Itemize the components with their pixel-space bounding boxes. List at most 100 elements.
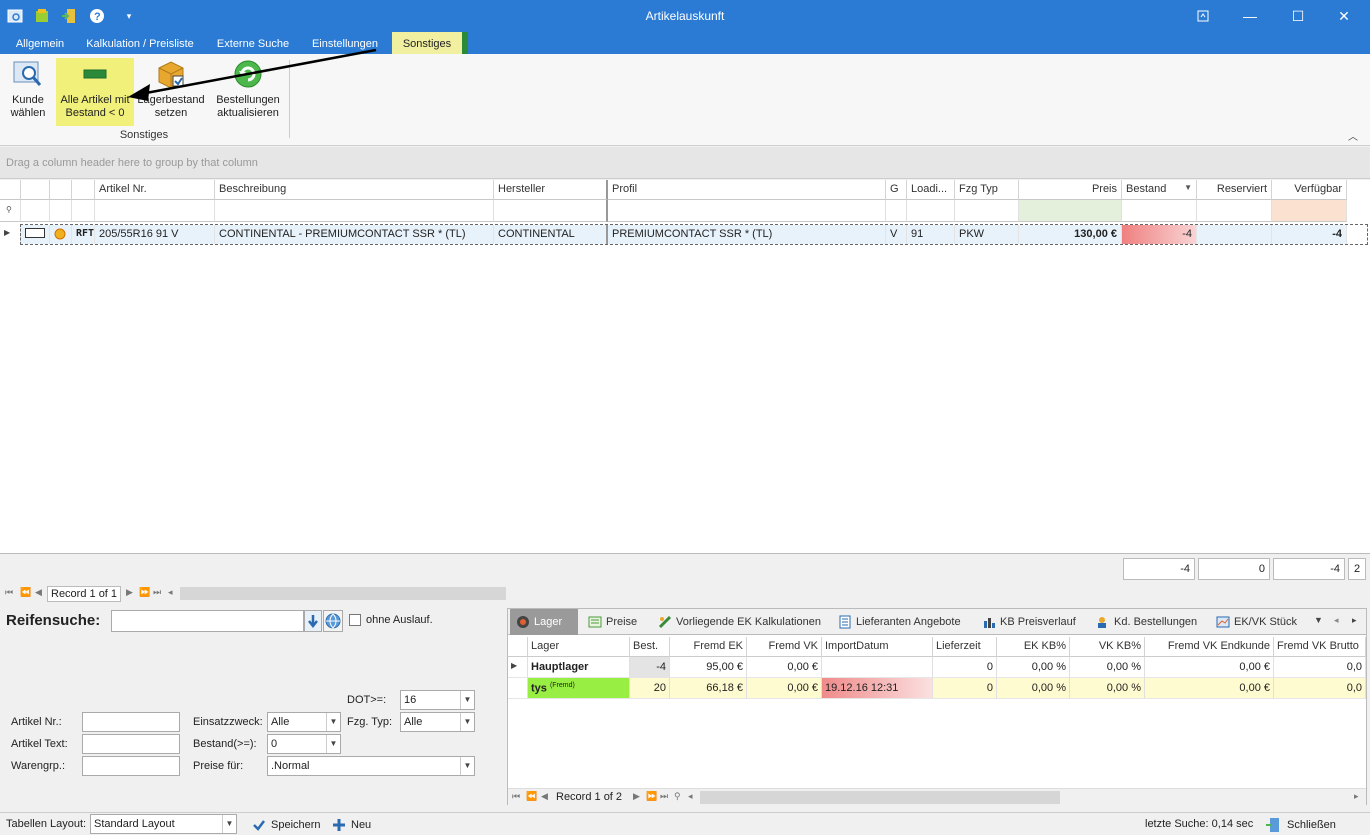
detail-header-import[interactable]: ImportDatum [822, 637, 933, 657]
bestand-select[interactable]: 0 ▼ [267, 734, 341, 754]
cell-load[interactable]: 91 [907, 225, 955, 244]
lagerbestand-setzen-button[interactable]: Lagerbestand setzen [136, 58, 206, 120]
grid-header-profil[interactable]: Profil [608, 180, 886, 200]
tab-sonstiges[interactable]: Sonstiges [392, 32, 468, 56]
grid-header-fzg-typ[interactable]: Fzg Typ [955, 180, 1019, 200]
cell-reserviert[interactable] [1197, 225, 1272, 244]
grid-header-g[interactable]: G [886, 180, 907, 200]
detail-row2-vk-brutto[interactable]: 0,0 [1274, 678, 1366, 699]
group-by-panel[interactable]: Drag a column header here to group by th… [0, 147, 1370, 179]
tab-allgemein[interactable]: Allgemein [10, 35, 70, 54]
detail-tab-ek-kalkulationen[interactable]: Vorliegende EK Kalkulationen [652, 609, 826, 635]
close-button[interactable]: Schließen [1265, 816, 1336, 834]
web-search-button[interactable] [323, 610, 343, 632]
grid-header-preis[interactable]: Preis [1019, 180, 1122, 200]
new-button[interactable]: Neu [332, 816, 371, 834]
detail-scroll-right-icon[interactable]: ▸ [1354, 791, 1359, 802]
preise-select[interactable]: .Normal ▼ [267, 756, 475, 776]
grid-header-reserviert[interactable]: Reserviert [1197, 180, 1272, 200]
tabs-prev-icon[interactable]: ◂ [1334, 615, 1339, 626]
detail-row1-vk-brutto[interactable]: 0,0 [1274, 657, 1366, 678]
nav-next-page-icon[interactable]: ⏩ [139, 587, 150, 598]
cell-preis[interactable]: 130,00 € [1019, 225, 1122, 244]
detail-header-lager[interactable]: Lager [528, 637, 630, 657]
detail-row2-ek-kb[interactable]: 0,00 % [997, 678, 1070, 699]
detail-header-lieferzeit[interactable]: Lieferzeit [933, 637, 997, 657]
filter-blank3[interactable] [72, 200, 95, 222]
cell-artikel-nr[interactable]: 205/55R16 91 V [95, 225, 215, 244]
detail-row1-fremd-vk[interactable]: 0,00 € [747, 657, 822, 678]
einsatz-select[interactable]: Alle ▼ [267, 712, 341, 732]
close-icon[interactable]: ✕ [1330, 6, 1358, 26]
cell-hersteller[interactable]: CONTINENTAL [494, 225, 608, 244]
detail-row2-vk-kb[interactable]: 0,00 % [1070, 678, 1145, 699]
detail-tab-lieferanten[interactable]: Lieferanten Angebote [832, 609, 968, 635]
restore-ribbon-icon[interactable] [1189, 6, 1217, 26]
filter-preis[interactable] [1019, 200, 1122, 222]
filter-artikel-nr[interactable] [95, 200, 215, 222]
warengrp-input[interactable] [82, 756, 180, 776]
detail-nav-next-icon[interactable]: ▶ [633, 791, 640, 802]
detail-header-vk-kb[interactable]: VK KB% [1070, 637, 1145, 657]
tabs-dropdown-icon[interactable]: ▼ [1314, 615, 1323, 625]
artikel-nr-input[interactable] [82, 712, 180, 732]
filter-blank1[interactable] [21, 200, 50, 222]
row-indicator-icon[interactable]: ▶ [0, 225, 21, 244]
tab-einstellungen[interactable]: Einstellungen [306, 35, 384, 54]
nav-prev-page-icon[interactable]: ⏪ [20, 587, 31, 598]
detail-row1-lager[interactable]: Hauptlager [528, 657, 630, 678]
detail-header-fremd-vk[interactable]: Fremd VK [747, 637, 822, 657]
grid-header-artikel-nr[interactable]: Artikel Nr. [95, 180, 215, 200]
ohne-auslauf-checkbox[interactable] [349, 614, 361, 626]
detail-row2-fremd-vk[interactable]: 0,00 € [747, 678, 822, 699]
grid-header-bestand[interactable]: Bestand ▼ [1122, 180, 1197, 200]
detail-header-best[interactable]: Best. [630, 637, 670, 657]
maximize-icon[interactable]: ☐ [1284, 6, 1312, 26]
detail-row1-lieferzeit[interactable]: 0 [933, 657, 997, 678]
detail-nav-prev-icon[interactable]: ◀ [541, 791, 548, 802]
scroll-left-icon[interactable]: ◂ [168, 587, 173, 598]
cell-verfuegbar[interactable]: -4 [1272, 225, 1347, 244]
grid-header-hersteller[interactable]: Hersteller [494, 180, 608, 200]
detail-nav-first-icon[interactable]: ⏮ [512, 791, 520, 802]
detail-header-vk-brutto[interactable]: Fremd VK Brutto [1274, 637, 1366, 657]
detail-tab-preise[interactable]: Preise [582, 609, 650, 635]
cell-bestand[interactable]: -4 [1122, 225, 1197, 244]
layout-select[interactable]: Standard Layout ▼ [90, 814, 237, 834]
detail-tab-kb-preisverlauf[interactable]: KB Preisverlauf [976, 609, 1084, 635]
main-hscroll-thumb[interactable] [180, 587, 506, 600]
nav-first-icon[interactable]: ⏮ [5, 587, 13, 598]
filter-beschreibung[interactable] [215, 200, 494, 222]
detail-nav-next-page-icon[interactable]: ⏩ [646, 791, 657, 802]
detail-hscroll-thumb[interactable] [700, 791, 1060, 804]
tab-kalkulation[interactable]: Kalkulation / Preisliste [82, 35, 198, 54]
dot-select[interactable]: 16 ▼ [400, 690, 475, 710]
nav-next-icon[interactable]: ▶ [126, 587, 133, 598]
filter-profil[interactable] [608, 200, 886, 222]
detail-row1-fremd-ek[interactable]: 95,00 € [670, 657, 747, 678]
filter-hersteller[interactable] [494, 200, 608, 222]
detail-row2-lager[interactable]: tys (Fremd) [528, 678, 630, 699]
detail-header-fremd-ek[interactable]: Fremd EK [670, 637, 747, 657]
grid-header-verfuegbar[interactable]: Verfügbar [1272, 180, 1347, 200]
detail-row1-indicator-icon[interactable]: ▶ [508, 657, 528, 678]
detail-row2-fremd-ek[interactable]: 66,18 € [670, 678, 747, 699]
detail-row2-lieferzeit[interactable]: 0 [933, 678, 997, 699]
detail-nav-last-icon[interactable]: ⏭ [660, 791, 668, 802]
detail-row1-vk-kb[interactable]: 0,00 % [1070, 657, 1145, 678]
detail-tab-lager[interactable]: Lager [510, 609, 578, 635]
cell-fzg-typ[interactable]: PKW [955, 225, 1019, 244]
fzg-select[interactable]: Alle ▼ [400, 712, 475, 732]
alle-artikel-negativ-button[interactable]: Alle Artikel mit Bestand < 0 [56, 58, 134, 126]
detail-row1-import[interactable] [822, 657, 933, 678]
detail-header-ek-kb[interactable]: EK KB% [997, 637, 1070, 657]
artikel-text-input[interactable] [82, 734, 180, 754]
filter-bestand[interactable] [1122, 200, 1197, 222]
cell-beschreibung[interactable]: CONTINENTAL - PREMIUMCONTACT SSR * (TL) [215, 225, 494, 244]
nav-last-icon[interactable]: ⏭ [153, 587, 161, 598]
search-down-button[interactable] [304, 610, 322, 632]
tab-externe-suche[interactable]: Externe Suche [210, 35, 296, 54]
detail-nav-filter-icon[interactable]: ⚲ [674, 791, 681, 802]
filter-fzg-typ[interactable] [955, 200, 1019, 222]
collapse-ribbon-icon[interactable]: ︿ [1348, 128, 1358, 143]
